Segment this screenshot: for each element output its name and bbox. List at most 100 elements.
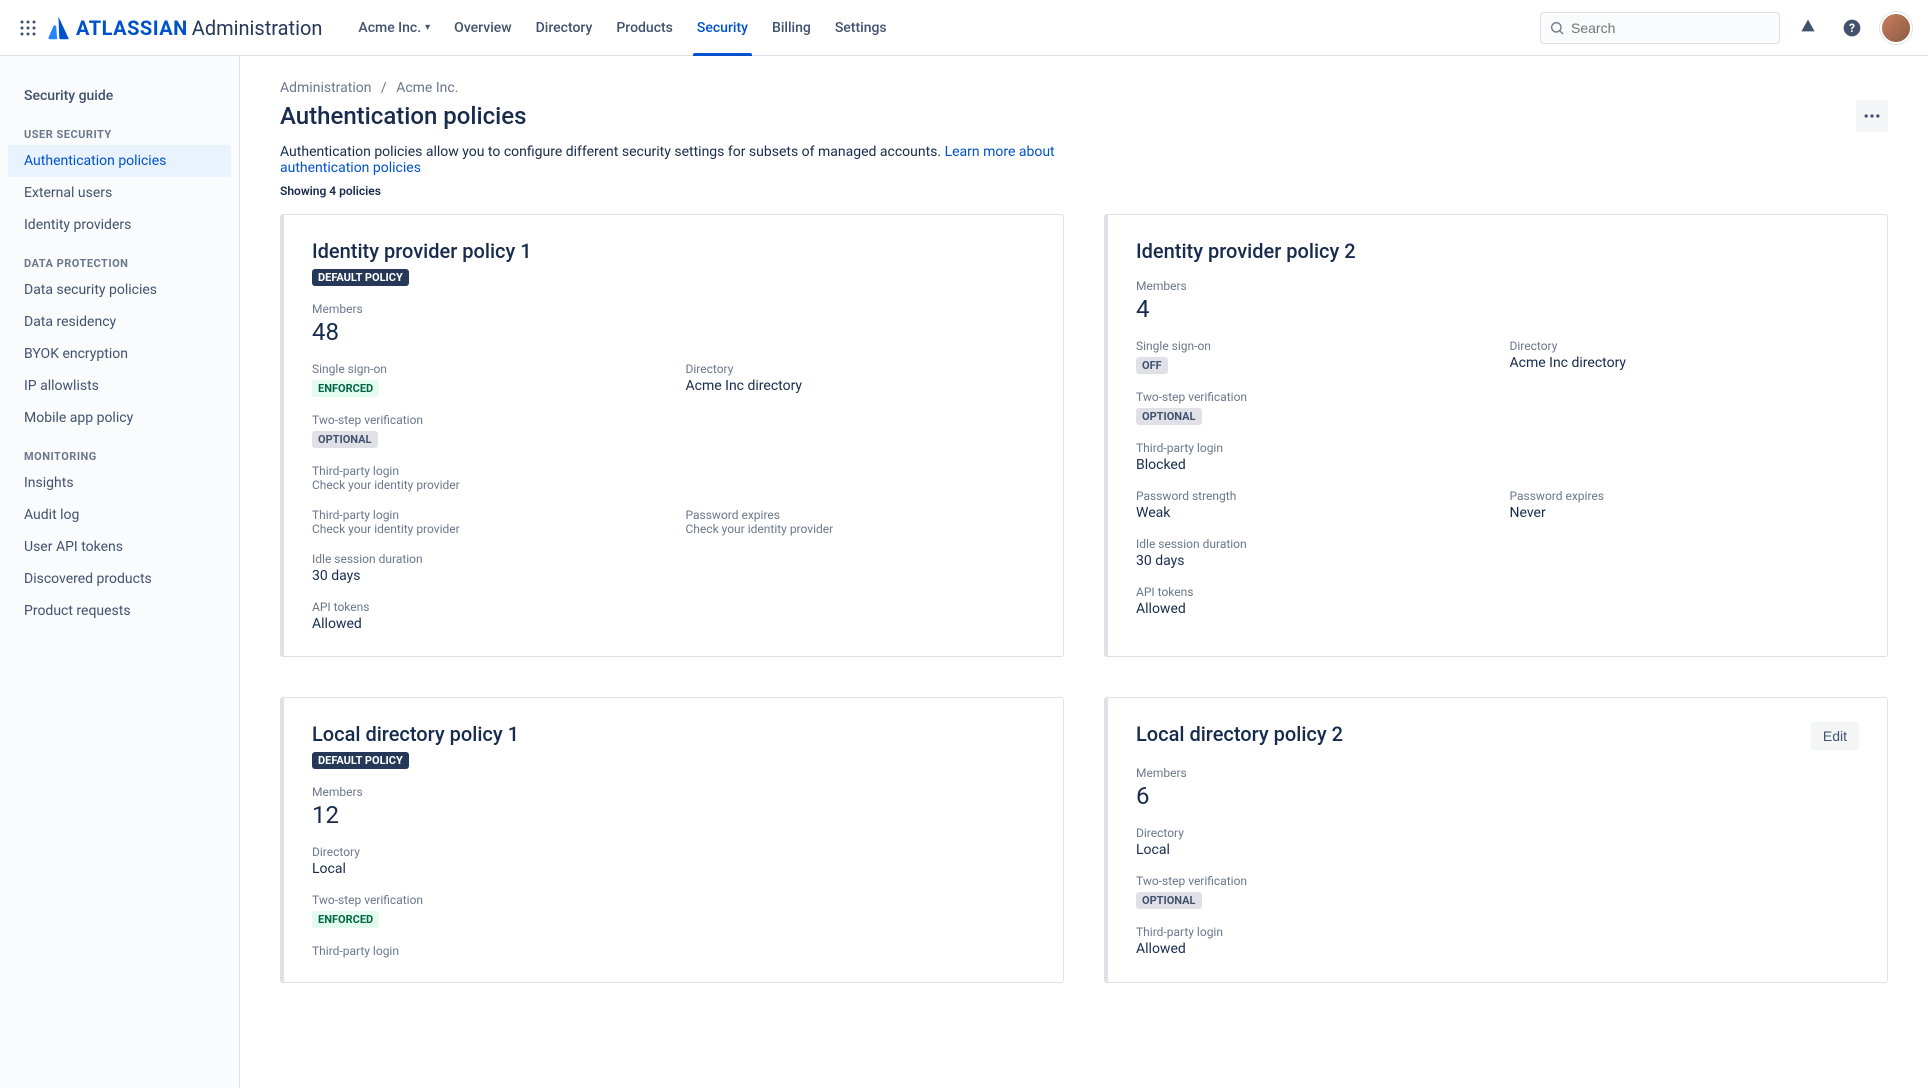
- policy-card-4: Local directory policy 2 Edit Members 6 …: [1104, 697, 1888, 983]
- pwdexpires-sub: Check your identity provider: [686, 522, 1036, 536]
- policy-title: Identity provider policy 2: [1136, 239, 1859, 263]
- avatar[interactable]: [1880, 12, 1912, 44]
- showing-count: Showing 4 policies: [280, 184, 1888, 198]
- members-value: 6: [1136, 782, 1859, 810]
- directory-value: Acme Inc directory: [1510, 355, 1860, 371]
- policy-title: Local directory policy 1: [312, 722, 1035, 746]
- idle-label: Idle session duration: [312, 552, 1035, 566]
- sidebar-item-product-requests[interactable]: Product requests: [0, 595, 239, 627]
- top-nav: ATLASSIAN Administration Acme Inc.▾ Over…: [0, 0, 1928, 56]
- pwdstrength-label: Password strength: [1136, 489, 1486, 503]
- tab-security[interactable]: Security: [685, 0, 760, 55]
- pwdstrength-value: Weak: [1136, 505, 1486, 521]
- sidebar-item-identity-providers[interactable]: Identity providers: [0, 209, 239, 241]
- idle-value: 30 days: [312, 568, 1035, 584]
- tab-overview[interactable]: Overview: [442, 0, 523, 55]
- thirdparty-value: Allowed: [1136, 941, 1859, 957]
- sidebar-item-audit-log[interactable]: Audit log: [0, 499, 239, 531]
- idle-value: 30 days: [1136, 553, 1859, 569]
- default-policy-badge: DEFAULT POLICY: [312, 269, 409, 286]
- api-value: Allowed: [1136, 601, 1859, 617]
- directory-value: Acme Inc directory: [686, 378, 1036, 394]
- more-actions-button[interactable]: [1856, 100, 1888, 132]
- tab-products[interactable]: Products: [604, 0, 685, 55]
- search-box[interactable]: [1540, 12, 1780, 44]
- thirdparty-label2: Third-party login: [312, 508, 662, 522]
- directory-value: Local: [1136, 842, 1859, 858]
- api-value: Allowed: [312, 616, 1035, 632]
- api-label: API tokens: [1136, 585, 1859, 599]
- top-right: ?: [1540, 12, 1912, 44]
- members-value: 48: [312, 318, 1035, 346]
- twostep-status: OPTIONAL: [312, 431, 378, 448]
- sidebar-item-byok[interactable]: BYOK encryption: [0, 338, 239, 370]
- directory-label: Directory: [686, 362, 1036, 376]
- thirdparty-sub2: Check your identity provider: [312, 522, 662, 536]
- directory-label: Directory: [312, 845, 1035, 859]
- sidebar-item-external-users[interactable]: External users: [0, 177, 239, 209]
- twostep-label: Two-step verification: [312, 413, 1035, 427]
- sidebar-item-user-api-tokens[interactable]: User API tokens: [0, 531, 239, 563]
- sidebar-item-insights[interactable]: Insights: [0, 467, 239, 499]
- pwdexpires-label: Password expires: [686, 508, 1036, 522]
- sidebar-item-discovered-products[interactable]: Discovered products: [0, 563, 239, 595]
- sso-label: Single sign-on: [1136, 339, 1486, 353]
- sso-status: OFF: [1136, 357, 1168, 374]
- policy-card-2: Identity provider policy 2 Members 4 Sin…: [1104, 214, 1888, 657]
- policy-title: Local directory policy 2: [1136, 722, 1343, 746]
- sidebar-item-auth-policies[interactable]: Authentication policies: [8, 145, 231, 177]
- pwdexpires-value: Never: [1510, 505, 1860, 521]
- page-description: Authentication policies allow you to con…: [280, 144, 1100, 176]
- thirdparty-label: Third-party login: [312, 944, 1035, 958]
- sidebar-item-data-security-policies[interactable]: Data security policies: [0, 274, 239, 306]
- thirdparty-sub: Check your identity provider: [312, 478, 1035, 492]
- members-value: 4: [1136, 295, 1859, 323]
- sso-label: Single sign-on: [312, 362, 662, 376]
- members-value: 12: [312, 801, 1035, 829]
- top-tabs: Acme Inc.▾ Overview Directory Products S…: [346, 0, 898, 55]
- chevron-down-icon: ▾: [425, 22, 430, 33]
- thirdparty-value: Blocked: [1136, 457, 1859, 473]
- logo-product: Administration: [192, 16, 323, 40]
- sidebar-security-guide[interactable]: Security guide: [0, 80, 239, 112]
- search-input[interactable]: [1571, 20, 1771, 36]
- pwdexpires-label: Password expires: [1510, 489, 1860, 503]
- sidebar-item-ip-allowlists[interactable]: IP allowlists: [0, 370, 239, 402]
- twostep-status: OPTIONAL: [1136, 892, 1202, 909]
- thirdparty-label: Third-party login: [312, 464, 1035, 478]
- tab-directory[interactable]: Directory: [524, 0, 605, 55]
- logo[interactable]: ATLASSIAN Administration: [48, 16, 322, 40]
- notifications-icon[interactable]: [1792, 12, 1824, 44]
- api-label: API tokens: [312, 600, 1035, 614]
- thirdparty-label: Third-party login: [1136, 441, 1859, 455]
- main-content: Administration / Acme Inc. Authenticatio…: [240, 56, 1928, 1088]
- directory-label: Directory: [1136, 826, 1859, 840]
- logo-brand: ATLASSIAN: [76, 16, 188, 40]
- members-label: Members: [312, 785, 1035, 799]
- members-label: Members: [1136, 279, 1859, 293]
- help-icon[interactable]: ?: [1836, 12, 1868, 44]
- app-switcher-icon[interactable]: [16, 16, 40, 40]
- policy-card-3: Local directory policy 1 DEFAULT POLICY …: [280, 697, 1064, 983]
- edit-button[interactable]: Edit: [1811, 722, 1859, 750]
- sidebar-item-data-residency[interactable]: Data residency: [0, 306, 239, 338]
- members-label: Members: [1136, 766, 1859, 780]
- members-label: Members: [312, 302, 1035, 316]
- twostep-status: ENFORCED: [312, 911, 379, 928]
- policy-title: Identity provider policy 1: [312, 239, 1035, 263]
- directory-value: Local: [312, 861, 1035, 877]
- tab-settings[interactable]: Settings: [823, 0, 899, 55]
- svg-text:?: ?: [1849, 21, 1855, 35]
- thirdparty-label: Third-party login: [1136, 925, 1859, 939]
- page-title: Authentication policies: [280, 102, 527, 130]
- twostep-label: Two-step verification: [1136, 390, 1859, 404]
- default-policy-badge: DEFAULT POLICY: [312, 752, 409, 769]
- tab-billing[interactable]: Billing: [760, 0, 823, 55]
- breadcrumb-org[interactable]: Acme Inc.: [396, 80, 458, 96]
- org-switcher[interactable]: Acme Inc.▾: [346, 0, 442, 55]
- breadcrumb: Administration / Acme Inc.: [280, 80, 1888, 96]
- twostep-label: Two-step verification: [312, 893, 1035, 907]
- policy-card-1: Identity provider policy 1 DEFAULT POLIC…: [280, 214, 1064, 657]
- sidebar-item-mobile-app-policy[interactable]: Mobile app policy: [0, 402, 239, 434]
- breadcrumb-admin[interactable]: Administration: [280, 80, 371, 96]
